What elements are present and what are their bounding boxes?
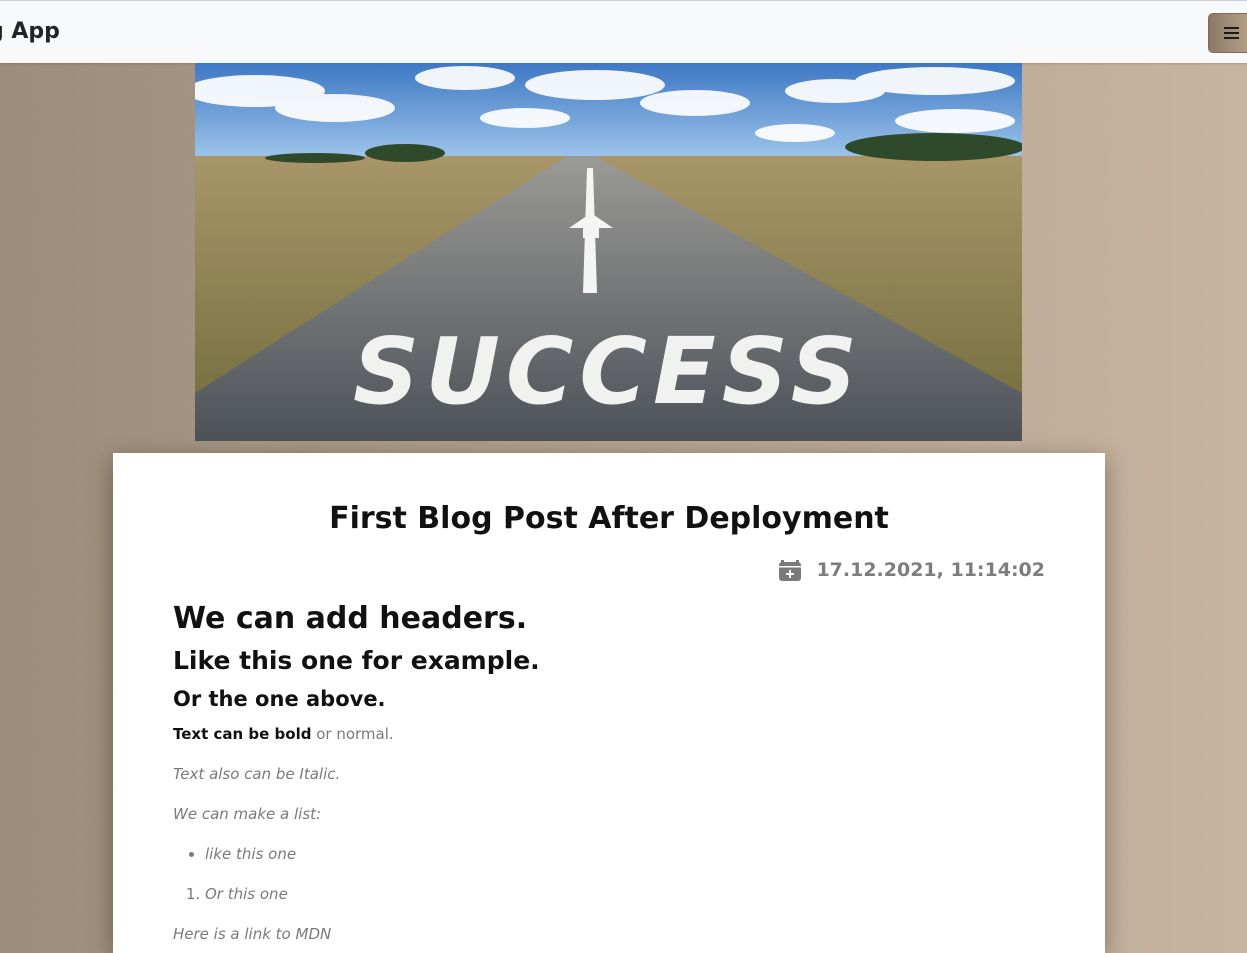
navbar: g App [0,0,1247,63]
hamburger-menu-icon [1224,27,1239,39]
hero-image: SUCCESS [195,63,1022,441]
post-date-text: 17.12.2021, 11:14:02 [816,559,1045,581]
navbar-brand[interactable]: g App [0,19,60,44]
post-date: 17.12.2021, 11:14:02 [778,557,1045,583]
content-heading-1: We can add headers. [173,601,528,636]
ordered-list: Or this one [173,883,1053,905]
list-item: like this one [205,843,1053,865]
normal-text: or normal. [311,725,394,743]
post-content: We can add headers. Like this one for ex… [173,601,1053,945]
bullet-list: like this one [173,843,1053,865]
cut-off-paragraph: Here is a link to MDN [173,925,332,943]
list-item: Or this one [205,883,1053,905]
italic-paragraph: Text also can be Italic. [173,765,341,783]
content-heading-3: Or the one above. [173,687,386,711]
blog-post-card: First Blog Post After Deployment 17.12.2… [113,453,1105,953]
bold-text: Text can be bold [173,725,312,743]
list-intro: We can make a list: [173,805,322,823]
calendar-plus-icon [779,560,802,581]
navbar-toggle-button[interactable] [1208,13,1247,53]
road-text: SUCCESS [353,318,863,425]
road-success-illustration: SUCCESS [195,63,1022,441]
text-paragraph: Text can be bold or normal. [173,723,1053,745]
post-title: First Blog Post After Deployment [329,501,889,536]
content-heading-2: Like this one for example. [173,646,540,675]
